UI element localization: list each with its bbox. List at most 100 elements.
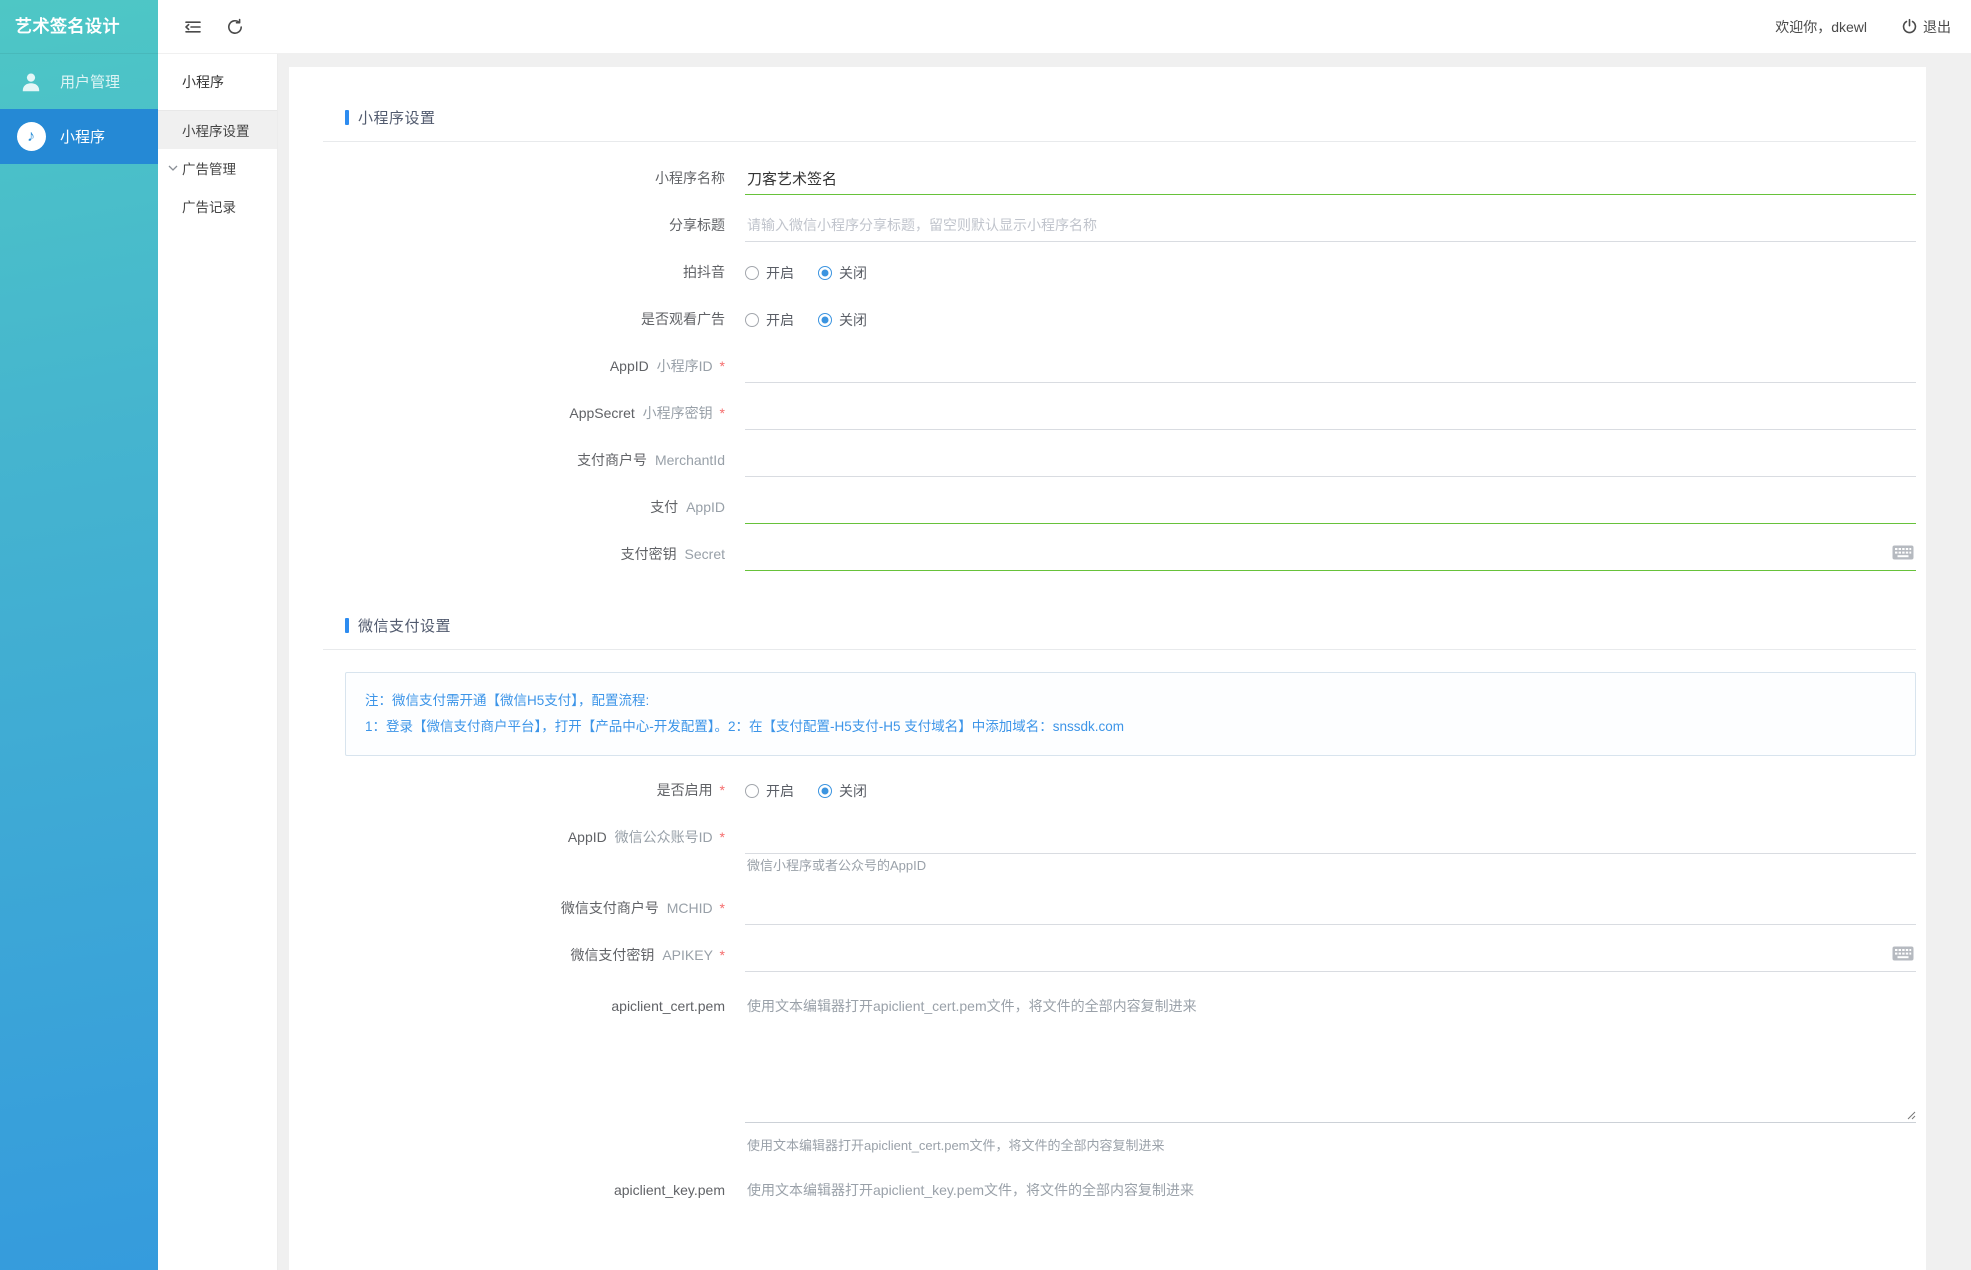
section-accent-bar [345,109,349,125]
chevron-down-icon [168,165,178,171]
pay-appid-input[interactable] [745,491,1916,524]
form-row-share-title: 分享标题 [345,209,1916,242]
submenu-item-ad-records[interactable]: 广告记录 [158,187,277,225]
field-label-sub: APIKEY [662,947,713,963]
topbar-right: 欢迎你，dkewl 退出 [1775,17,1971,37]
keyboard-icon [1892,545,1914,565]
user-icon [16,67,46,97]
form-row-enabled: 是否启用 * 开启 关闭 [345,774,1916,807]
resize-grip-icon[interactable] [1904,1107,1916,1125]
form-row-pay-appid: 支付 AppID [345,491,1916,524]
field-label-main: 是否观看广告 [641,311,725,327]
app-title: 艺术签名设计 [0,0,158,54]
radio-off[interactable] [818,312,832,327]
note-line-1: 注：微信支付需开通【微信H5支付】，配置流程: [365,693,650,708]
note-line-2: 1：登录【微信支付商户平台】，打开【产品中心-开发配置】。2：在【支付配置-H5… [365,719,1125,734]
form-row-appsecret: AppSecret 小程序密钥 * [345,397,1916,430]
field-label-main: AppSecret [569,405,635,421]
submenu-panel: 小程序 小程序设置 广告管理 广告记录 [158,54,278,1270]
wx-appid-input[interactable] [745,821,1916,854]
field-label: AppID 微信公众账号ID * [345,821,725,854]
submenu-item-label: 广告管理 [182,162,236,177]
pay-secret-input[interactable] [745,538,1916,571]
radio-off-label[interactable]: 关闭 [839,310,867,330]
field-control [745,1172,1916,1270]
section-header-wxpay-settings: 微信支付设置 [345,615,1916,635]
appid-input[interactable] [745,350,1916,383]
key-pem-textarea[interactable] [745,1172,1916,1270]
radio-off-label[interactable]: 关闭 [839,263,867,283]
share-title-input[interactable] [745,209,1916,242]
cert-pem-textarea[interactable] [745,988,1916,1123]
field-label: 微信支付商户号 MCHID * [345,892,725,925]
field-label-main: 支付商户号 [577,452,648,468]
field-label-sub: 小程序ID [656,358,713,374]
field-label-main: 小程序名称 [655,170,725,186]
submenu-item-label: 小程序设置 [182,124,250,139]
merchant-id-input[interactable] [745,444,1916,477]
welcome-text: 欢迎你，dkewl [1775,18,1867,35]
logout-button[interactable]: 退出 [1901,17,1951,37]
miniprogram-settings-form: 小程序名称 分享标题 拍抖音 开启 关闭 [345,162,1916,571]
field-label-sub: MCHID [666,900,713,916]
field-label-main: 是否启用 [656,782,713,798]
field-control [745,162,1916,195]
radio-off[interactable] [818,265,832,280]
miniapp-note-icon: ♪ [16,122,46,152]
sidebar-item-user-management[interactable]: 用户管理 [0,54,158,109]
field-label-main: 支付 [650,499,679,515]
submenu-item-ad-management[interactable]: 广告管理 [158,149,277,187]
topbar: 欢迎你，dkewl 退出 [158,0,1971,54]
enabled-radio-group: 开启 关闭 [745,774,1916,807]
field-label-sub: 小程序密钥 [642,405,713,421]
radio-on[interactable] [745,783,759,798]
field-label-main: AppID [609,358,649,374]
field-control: 开启 关闭 [745,303,1916,336]
section-header-miniprogram-settings: 小程序设置 [345,107,1916,127]
field-label-main: AppID [567,829,607,845]
apikey-input[interactable] [745,939,1916,972]
keyboard-icon [1892,946,1914,966]
field-label: 支付密钥 Secret [345,538,725,571]
required-star: * [719,358,725,374]
radio-off-label[interactable]: 关闭 [839,781,867,801]
main-sidebar: 艺术签名设计 用户管理 ♪ 小程序 [0,0,158,1270]
radio-on-label[interactable]: 开启 [766,263,794,283]
power-icon [1902,18,1917,34]
field-control: 开启 关闭 [745,774,1916,807]
mchid-input[interactable] [745,892,1916,925]
logout-label: 退出 [1923,18,1951,35]
field-label: 支付商户号 MerchantId [345,444,725,477]
radio-on[interactable] [745,312,759,327]
sidebar-item-miniprogram[interactable]: ♪ 小程序 [0,109,158,164]
field-label-main: apiclient_key.pem [613,1182,725,1198]
form-row-pay-secret: 支付密钥 Secret [345,538,1916,571]
radio-on-label[interactable]: 开启 [766,781,794,801]
field-helper-text: 使用文本编辑器打开apiclient_cert.pem文件，将文件的全部内容复制… [747,1138,1165,1153]
app-name-input[interactable] [745,162,1916,195]
form-row-cert-pem: apiclient_cert.pem 使用文本编辑器打开apiclient_ce… [345,988,1916,1158]
required-star: * [719,900,725,916]
form-row-watch-ads: 是否观看广告 开启 关闭 [345,303,1916,336]
form-row-mchid: 微信支付商户号 MCHID * [345,892,1916,925]
radio-on[interactable] [745,265,759,280]
refresh-icon[interactable] [222,14,248,40]
field-label: AppSecret 小程序密钥 * [345,397,725,430]
radio-off[interactable] [818,783,832,798]
appsecret-input[interactable] [745,397,1916,430]
field-label: apiclient_key.pem [345,1172,725,1200]
wxpay-settings-form: 是否启用 * 开启 关闭 AppID 微信公众账号ID * 微信小程序或者公众号… [345,774,1916,1270]
section-title: 微信支付设置 [358,617,452,635]
field-label: apiclient_cert.pem [345,988,725,1016]
section-divider [323,649,1916,650]
required-star: * [719,947,725,963]
submenu-item-miniprogram-settings[interactable]: 小程序设置 [158,111,277,149]
cert-pem-textarea-wrap [745,988,1916,1128]
radio-on-label[interactable]: 开启 [766,310,794,330]
field-label-sub: AppID [686,499,725,515]
section-divider [323,141,1916,142]
form-row-apikey: 微信支付密钥 APIKEY * [345,939,1916,972]
menu-fold-icon[interactable] [180,14,206,40]
field-label-main: 分享标题 [669,217,725,233]
form-row-app-name: 小程序名称 [345,162,1916,195]
